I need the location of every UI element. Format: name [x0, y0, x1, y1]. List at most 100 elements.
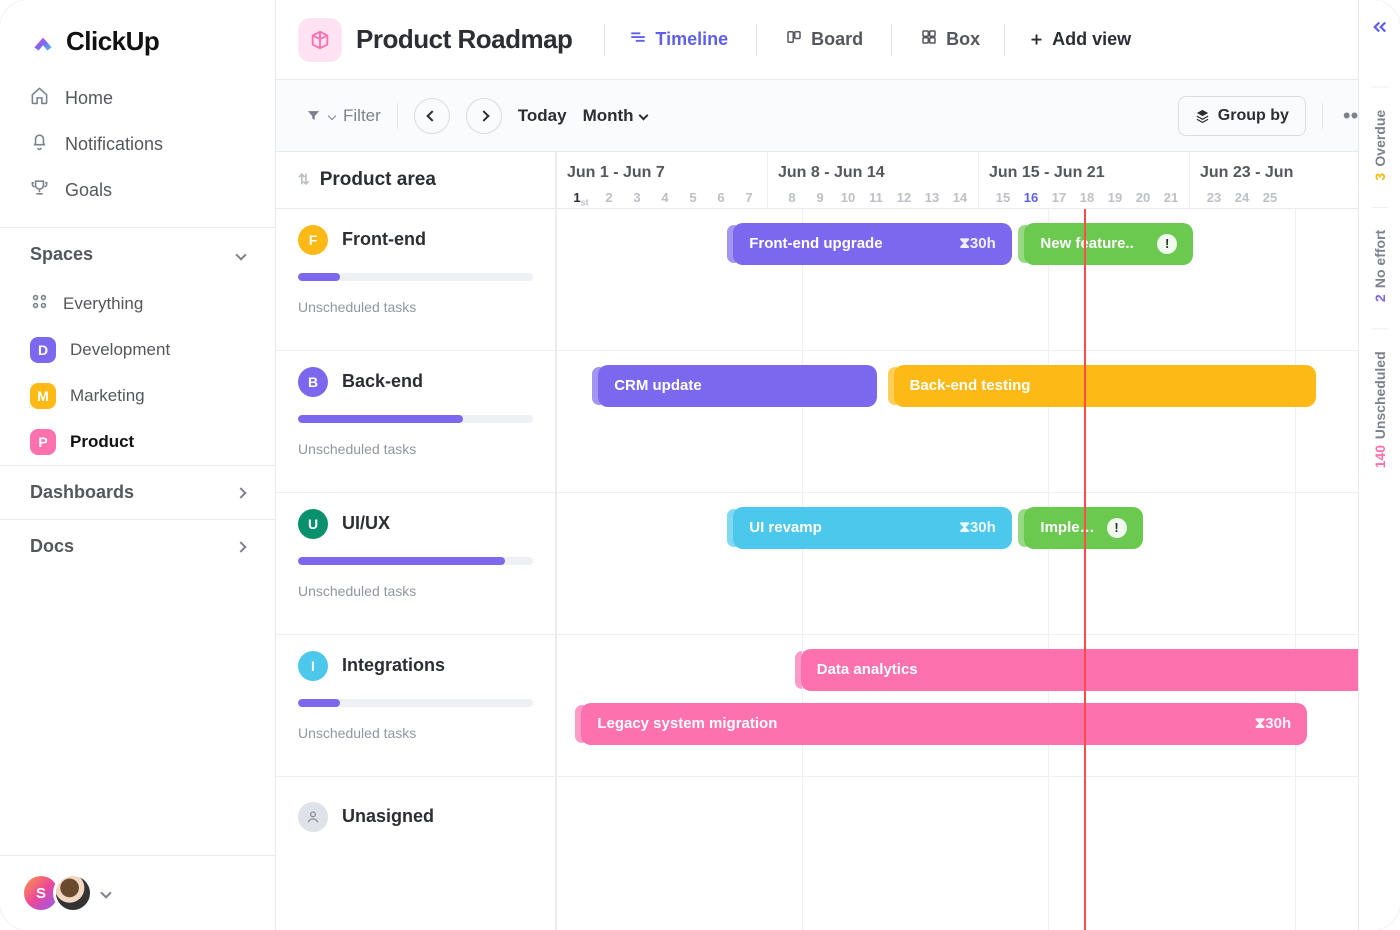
gantt-row: UI revamp ⧗30h Implem.. !: [556, 493, 1400, 635]
prev-button[interactable]: [414, 98, 450, 134]
bar-shadow: [727, 509, 741, 547]
sidebar-item-label: Home: [65, 88, 113, 109]
task-bar[interactable]: CRM update: [598, 365, 877, 407]
task-bar[interactable]: Data analytics: [801, 649, 1400, 691]
gantt-area[interactable]: Front-end upgrade ⧗30h New feature.. ! C…: [556, 209, 1400, 930]
day-cell: 17: [1045, 190, 1073, 205]
space-label: Product: [70, 432, 134, 452]
home-icon: [30, 86, 49, 110]
day-cell: 2: [595, 190, 623, 208]
grid-icon: [30, 292, 49, 316]
day-cell: 12: [890, 190, 918, 205]
rail-count: 140: [1372, 445, 1388, 468]
sidebar-item-home[interactable]: Home: [14, 75, 261, 121]
sidebar: ClickUp Home Notifications Goals Spaces …: [0, 0, 276, 930]
bar-shadow: [575, 705, 589, 743]
space-badge: M: [30, 383, 56, 409]
task-bar[interactable]: Front-end upgrade ⧗30h: [733, 223, 1012, 265]
rail-label: Unscheduled: [1372, 351, 1388, 439]
group-progress: [298, 273, 533, 281]
task-label: Front-end upgrade: [749, 235, 951, 252]
group-column-header[interactable]: ⇅ Product area: [276, 152, 556, 208]
tab-label: Box: [946, 29, 980, 50]
separator: [397, 103, 398, 129]
sidebar-item-dashboards[interactable]: Dashboards: [0, 465, 275, 519]
group-row[interactable]: I Integrations Unscheduled tasks: [276, 635, 555, 777]
unassigned-row[interactable]: Unasigned: [276, 777, 555, 857]
spaces-header[interactable]: Spaces: [0, 227, 275, 281]
tab-board[interactable]: Board: [775, 28, 873, 51]
sidebar-item-goals[interactable]: Goals: [14, 167, 261, 213]
days-row: 15161718192021: [989, 190, 1189, 205]
bar-shadow: [888, 367, 902, 405]
sidebar-item-label: Notifications: [65, 134, 163, 155]
separator: [1004, 24, 1005, 56]
task-label: Back-end testing: [910, 377, 1300, 394]
person-icon: [298, 802, 328, 832]
space-item-product[interactable]: PProduct: [0, 419, 275, 465]
next-button[interactable]: [466, 98, 502, 134]
day-cell: 24: [1228, 190, 1256, 205]
bar-shadow: [795, 651, 809, 689]
space-item-development[interactable]: DDevelopment: [0, 327, 275, 373]
brand-name: ClickUp: [66, 26, 159, 57]
week-label: Jun 1 - Jun 7: [567, 164, 767, 182]
group-badge: F: [298, 225, 328, 255]
rail-item-unscheduled[interactable]: 140 Unscheduled: [1372, 328, 1388, 468]
rail-item-no effort[interactable]: 2 No effort: [1372, 207, 1388, 302]
tab-box[interactable]: Box: [910, 28, 990, 51]
spaces-list: Everything DDevelopment MMarketing PProd…: [0, 281, 275, 465]
box-icon: [920, 28, 938, 51]
group-row[interactable]: F Front-end Unscheduled tasks: [276, 209, 555, 351]
sidebar-nav: Home Notifications Goals: [0, 75, 275, 227]
day-cell: 14: [946, 190, 974, 205]
day-cell: 16: [1017, 190, 1045, 205]
collapse-rail-button[interactable]: [1371, 18, 1389, 41]
gantt-row: Front-end upgrade ⧗30h New feature.. !: [556, 209, 1400, 351]
bar-shadow: [1018, 225, 1032, 263]
group-row[interactable]: B Back-end Unscheduled tasks: [276, 351, 555, 493]
range-select[interactable]: Month: [583, 106, 647, 126]
group-row[interactable]: U UI/UX Unscheduled tasks: [276, 493, 555, 635]
task-bar[interactable]: Back-end testing: [894, 365, 1316, 407]
sidebar-item-notifications[interactable]: Notifications: [14, 121, 261, 167]
space-badge: D: [30, 337, 56, 363]
sidebar-item-docs[interactable]: Docs: [0, 519, 275, 573]
week-label: Jun 15 - Jun 21: [989, 164, 1189, 182]
task-bar[interactable]: Legacy system migration ⧗30h: [581, 703, 1307, 745]
separator: [604, 24, 605, 56]
day-cell: 10: [834, 190, 862, 205]
unscheduled-label: Unscheduled tasks: [298, 725, 533, 741]
task-tag: ⧗30h: [959, 235, 995, 252]
brand-logo[interactable]: ClickUp: [0, 0, 275, 75]
chevron-down-icon: [328, 111, 336, 119]
timeline-body: F Front-end Unscheduled tasks B Back-end…: [276, 209, 1400, 930]
view-tabs: Timeline Board Box: [619, 24, 990, 56]
days-row: 1st234567: [567, 190, 767, 208]
group-badge: U: [298, 509, 328, 539]
tab-timeline[interactable]: Timeline: [619, 28, 738, 51]
gantt-row: CRM update Back-end testing: [556, 351, 1400, 493]
rail-item-overdue[interactable]: 3 Overdue: [1372, 87, 1388, 181]
today-button[interactable]: Today: [518, 106, 567, 126]
separator: [756, 24, 757, 56]
space-item-everything[interactable]: Everything: [0, 281, 275, 327]
sidebar-item-label: Goals: [65, 180, 112, 201]
task-bar[interactable]: New feature.. !: [1024, 223, 1193, 265]
filter-button[interactable]: Filter: [306, 106, 381, 126]
add-view-button[interactable]: Add view: [1019, 29, 1141, 50]
unscheduled-label: Unscheduled tasks: [298, 441, 533, 457]
day-cell: 23: [1200, 190, 1228, 205]
chevron-down-icon: [235, 249, 246, 260]
week-label: Jun 8 - Jun 14: [778, 164, 978, 182]
user-menu[interactable]: S: [0, 855, 275, 930]
day-cell: 18: [1073, 190, 1101, 205]
group-panel: F Front-end Unscheduled tasks B Back-end…: [276, 209, 556, 930]
groupby-button[interactable]: Group by: [1178, 96, 1306, 136]
task-bar[interactable]: UI revamp ⧗30h: [733, 507, 1012, 549]
unscheduled-label: Unscheduled tasks: [298, 583, 533, 599]
group-progress: [298, 415, 533, 423]
bell-icon: [30, 132, 49, 156]
space-item-marketing[interactable]: MMarketing: [0, 373, 275, 419]
groupby-label: Group by: [1218, 107, 1289, 125]
